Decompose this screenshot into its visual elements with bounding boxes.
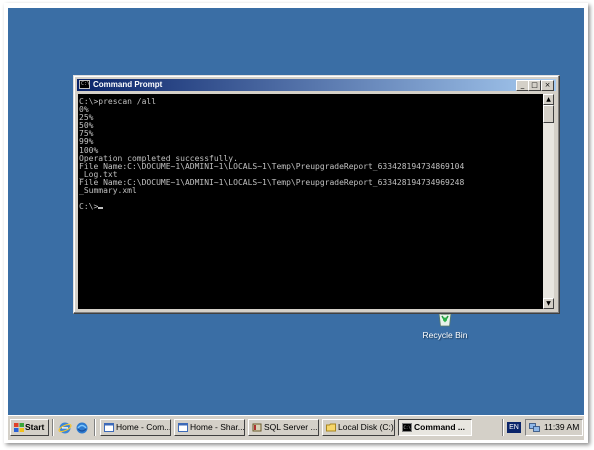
taskbar-button-home-share[interactable]: Home - Shar... [174,419,245,436]
vertical-scrollbar[interactable]: ▲ ▼ [543,94,554,309]
clock[interactable]: 11:39 AM [544,421,579,434]
scroll-up-button[interactable]: ▲ [543,94,554,105]
task-label: Command ... [414,422,466,432]
ie-icon[interactable] [58,421,72,435]
recycle-bin-label: Recycle Bin [422,330,468,340]
taskbar-button-sql-server[interactable]: SQL Server ... [248,419,319,436]
ie-page-icon [104,423,114,432]
folder-icon [326,423,336,432]
task-label: Home - Com... [116,422,171,432]
window-title-bar[interactable]: C:\ Command Prompt _ □ × [77,79,556,91]
explorer-icon[interactable] [75,421,89,435]
task-label: Local Disk (C:) [338,422,394,432]
taskbar: Start Home - Com... Home - Shar... SQL S… [8,415,584,440]
maximize-button[interactable]: □ [528,80,541,91]
console-line: File Name:C:\DOCUME~1\ADMINI~1\LOCALS~1\… [79,161,465,171]
desktop: Recycle Bin C:\ Command Prompt _ □ × C:\… [8,8,584,415]
network-icon[interactable] [529,423,540,432]
scroll-thumb[interactable] [543,105,554,123]
console-text: C:\>prescan /all 0% 25% 50% 75% 99% 100%… [78,94,543,211]
taskbar-button-command-prompt[interactable]: C:\ Command ... [398,419,472,436]
system-tray: 11:39 AM [525,419,583,436]
toolbar-separator [502,419,504,436]
ie-page-icon [178,423,188,432]
taskbar-button-local-disk[interactable]: Local Disk (C:) [322,419,395,436]
scroll-down-button[interactable]: ▼ [543,298,554,309]
task-label: Home - Shar... [190,422,245,432]
close-button[interactable]: × [541,80,554,91]
toolbar-separator [52,419,54,436]
cmd-icon: C:\ [402,423,412,432]
toolbar-separator [94,419,96,436]
taskbar-button-home-com[interactable]: Home - Com... [100,419,171,436]
task-label: SQL Server ... [264,422,318,432]
console-line: _Summary.xml [79,186,137,196]
sql-server-icon [252,423,262,432]
language-indicator[interactable]: EN [507,422,521,433]
text-cursor [98,207,104,210]
cmd-icon[interactable]: C:\ [79,80,90,89]
console-output[interactable]: C:\>prescan /all 0% 25% 50% 75% 99% 100%… [78,94,543,309]
svg-text:C:\: C:\ [404,425,412,430]
start-button[interactable]: Start [10,419,49,436]
window-title: Command Prompt [93,80,163,89]
windows-logo-icon [14,423,24,432]
command-prompt-window[interactable]: C:\ Command Prompt _ □ × C:\>prescan /al… [73,75,560,314]
console-line: C:\>prescan /all [79,97,157,106]
start-label: Start [25,422,45,432]
screenshot-frame: Recycle Bin C:\ Command Prompt _ □ × C:\… [4,3,588,443]
console-prompt-line: C:\> [79,202,99,212]
